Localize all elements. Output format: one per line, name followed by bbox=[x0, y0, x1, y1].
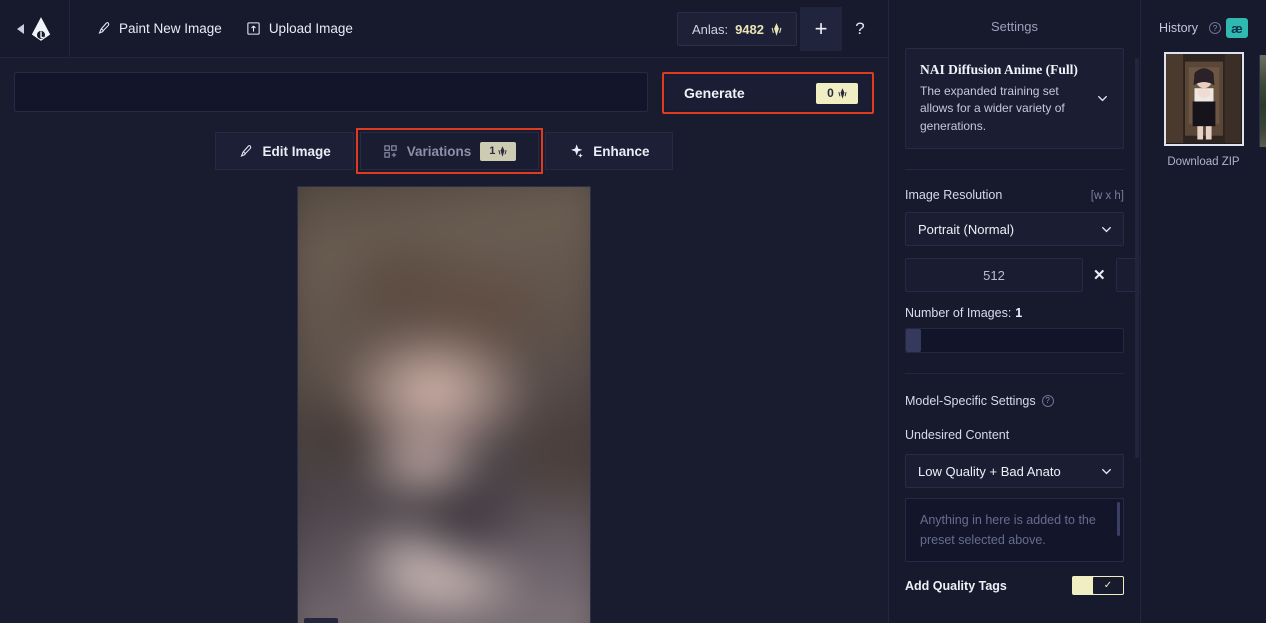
image-resolution-section: Image Resolution [w x h] Portrait (Norma… bbox=[905, 170, 1140, 354]
model-specific-settings-section: Model-Specific Settings? Undesired Conte… bbox=[905, 374, 1124, 596]
number-of-images-label: Number of Images: bbox=[905, 306, 1012, 321]
caret-left-icon[interactable] bbox=[17, 23, 24, 34]
upload-image-label: Upload Image bbox=[268, 21, 353, 36]
undesired-content-preset-select[interactable]: Low Quality + Bad Anato bbox=[905, 454, 1124, 489]
history-thumbnail[interactable] bbox=[1163, 52, 1244, 146]
generate-label: Generate bbox=[684, 85, 745, 101]
model-name: NAI Diffusion Anime (Full) bbox=[920, 62, 1078, 77]
image-action-row: Edit Image Variations 1 Enhance bbox=[0, 128, 888, 174]
model-card-text: NAI Diffusion Anime (Full) The expanded … bbox=[920, 62, 1088, 135]
model-description: The expanded training set allows for a w… bbox=[920, 84, 1065, 133]
image-resolution-label: Image Resolution bbox=[905, 188, 1003, 203]
topbar-right: Anlas: 9482 + ? bbox=[676, 0, 878, 58]
logo-cell bbox=[0, 0, 70, 58]
history-panel: History ? æ Download ZIP bbox=[1140, 0, 1266, 623]
anlas-icon bbox=[838, 87, 847, 99]
chevron-down-icon bbox=[1102, 226, 1111, 232]
history-overflow-thumbnail[interactable] bbox=[1259, 55, 1266, 147]
undesired-content-textarea[interactable]: Anything in here is added to the preset … bbox=[905, 498, 1124, 563]
top-bar: Paint New Image Upload Image Anlas: 9482 bbox=[0, 0, 888, 58]
anlas-balance[interactable]: Anlas: 9482 bbox=[676, 12, 797, 46]
help-button[interactable]: ? bbox=[842, 7, 878, 51]
model-selector[interactable]: NAI Diffusion Anime (Full) The expanded … bbox=[905, 48, 1124, 150]
enhance-label: Enhance bbox=[593, 143, 650, 159]
anlas-icon bbox=[771, 22, 782, 36]
download-zip-button[interactable]: Download ZIP bbox=[1141, 156, 1266, 168]
settings-panel: Settings NAI Diffusion Anime (Full) The … bbox=[888, 0, 1140, 623]
undesired-content-placeholder: Anything in here is added to the preset … bbox=[920, 513, 1096, 547]
width-input[interactable] bbox=[905, 258, 1083, 293]
resolution-hint: [w x h] bbox=[1090, 190, 1124, 203]
settings-body: NAI Diffusion Anime (Full) The expanded … bbox=[889, 48, 1140, 596]
generate-button[interactable]: Generate 0 bbox=[666, 76, 870, 110]
add-quality-tags-row: Add Quality Tags ✓ bbox=[905, 576, 1124, 596]
history-header: History ? æ bbox=[1141, 0, 1266, 38]
generated-image-content bbox=[298, 187, 590, 623]
upload-icon bbox=[247, 22, 260, 35]
dimension-fields: ✕ bbox=[905, 258, 1140, 293]
resolution-preset-value: Portrait (Normal) bbox=[918, 221, 1015, 237]
add-quality-tags-label: Add Quality Tags bbox=[905, 578, 1007, 593]
ae-badge[interactable]: æ bbox=[1225, 18, 1248, 38]
generate-highlight-box: Generate 0 bbox=[662, 72, 874, 114]
chevron-down-icon bbox=[1102, 468, 1111, 474]
prompt-row: Generate 0 bbox=[0, 58, 888, 114]
anlas-label: Anlas: bbox=[691, 21, 729, 37]
paint-new-image-label: Paint New Image bbox=[119, 21, 222, 36]
anlas-icon bbox=[498, 145, 507, 157]
edit-image-label: Edit Image bbox=[262, 143, 331, 159]
undesired-content-label: Undesired Content bbox=[905, 428, 1010, 443]
textarea-scrollbar[interactable] bbox=[1117, 502, 1120, 537]
slider-thumb[interactable] bbox=[906, 329, 921, 353]
variations-cost-badge: 1 bbox=[480, 141, 517, 161]
paint-new-image-button[interactable]: Paint New Image bbox=[94, 17, 224, 40]
variations-cost-value: 1 bbox=[489, 145, 496, 157]
check-icon: ✓ bbox=[1093, 577, 1123, 595]
variations-button[interactable]: Variations 1 bbox=[359, 132, 540, 170]
generate-cost-value: 0 bbox=[827, 86, 834, 100]
question-circle-icon[interactable]: ? bbox=[1041, 394, 1054, 407]
canvas-area bbox=[0, 174, 888, 623]
novelai-image-generation-app: Paint New Image Upload Image Anlas: 9482 bbox=[0, 0, 1266, 623]
topbar-actions: Paint New Image Upload Image bbox=[94, 17, 355, 40]
brush-icon bbox=[98, 22, 110, 34]
number-of-images-row: Number of Images: 1 bbox=[905, 306, 1124, 320]
question-circle-icon[interactable]: ? bbox=[1208, 22, 1221, 34]
image-toolbar-handle[interactable] bbox=[304, 618, 338, 623]
upload-image-button[interactable]: Upload Image bbox=[244, 17, 355, 40]
sparkle-icon bbox=[571, 144, 584, 158]
anlas-value: 9482 bbox=[735, 21, 764, 37]
add-quality-tags-toggle[interactable]: ✓ bbox=[1072, 576, 1124, 596]
model-specific-label: Model-Specific Settings bbox=[905, 394, 1036, 409]
undesired-content-preset-value: Low Quality + Bad Anato bbox=[918, 463, 1061, 479]
history-title: History bbox=[1159, 21, 1198, 35]
number-of-images-value: 1 bbox=[1015, 306, 1023, 321]
generated-image[interactable] bbox=[297, 186, 591, 623]
prompt-input[interactable] bbox=[14, 72, 648, 112]
history-thumbnail-image bbox=[1165, 54, 1242, 144]
add-anlas-button[interactable]: + bbox=[800, 7, 842, 51]
generate-cost-badge: 0 bbox=[816, 82, 858, 104]
resolution-preset-select[interactable]: Portrait (Normal) bbox=[905, 212, 1124, 247]
grid-plus-icon bbox=[384, 144, 397, 158]
undesired-content-block: Undesired Content Low Quality + Bad Anat… bbox=[905, 426, 1124, 563]
resolution-header: Image Resolution [w x h] bbox=[905, 188, 1124, 202]
edit-image-button[interactable]: Edit Image bbox=[215, 132, 354, 170]
enhance-button[interactable]: Enhance bbox=[545, 132, 673, 170]
variations-highlight-box: Variations 1 bbox=[355, 128, 544, 174]
chevron-down-icon bbox=[1098, 96, 1107, 102]
number-of-images-slider[interactable] bbox=[905, 328, 1124, 354]
main-column: Paint New Image Upload Image Anlas: 9482 bbox=[0, 0, 888, 623]
dimension-separator-icon: ✕ bbox=[1093, 267, 1106, 285]
settings-scrollbar[interactable] bbox=[1135, 58, 1139, 458]
novelai-quill-logo[interactable] bbox=[30, 16, 52, 41]
settings-title: Settings bbox=[991, 19, 1038, 34]
pencil-icon bbox=[240, 144, 252, 157]
variations-label: Variations bbox=[406, 143, 472, 159]
model-specific-header: Model-Specific Settings? bbox=[905, 392, 1124, 410]
